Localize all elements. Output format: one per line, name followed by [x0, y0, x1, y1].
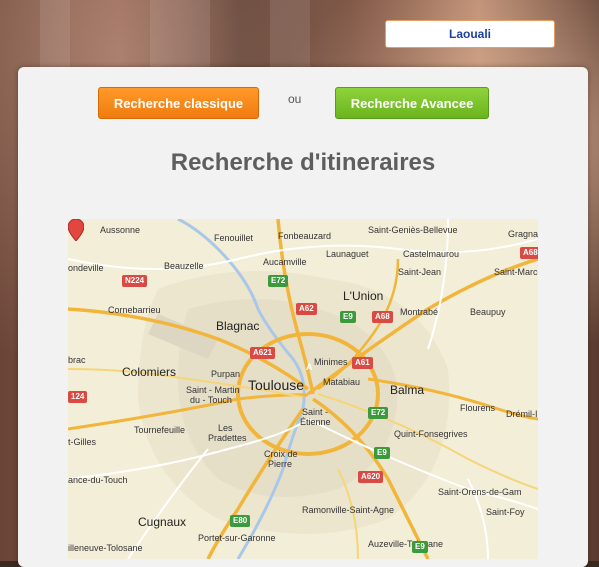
map-place-label: Toulouse — [248, 377, 305, 393]
road-shield: A620 — [358, 471, 384, 483]
map-place-label: Drémil-I — [506, 409, 538, 419]
map-place-label: Saint-Marcel — [494, 267, 538, 277]
map-place-label: Flourens — [460, 403, 496, 413]
map-place-label: Launaguet — [326, 249, 369, 259]
map-place-label: Pradettes — [208, 433, 247, 443]
map-place-label: du - Touch — [190, 395, 232, 405]
road-shield: E9 — [412, 541, 428, 553]
map-place-label: brac — [68, 355, 86, 365]
map-place-label: Saint-Jean — [398, 267, 442, 277]
map-place-label: Balma — [390, 383, 425, 397]
map-place-label: Quint-Fonsegrives — [394, 429, 468, 439]
road-shield: E80 — [230, 515, 251, 527]
map-place-label: Croix de — [264, 449, 298, 459]
map-place-label: Cornebarrieu — [108, 305, 161, 315]
background-stripe — [40, 0, 70, 70]
or-separator: ou — [288, 92, 302, 106]
map-place-label: Blagnac — [216, 319, 260, 333]
background-stripe — [150, 0, 210, 70]
map-place-label: Fenouillet — [214, 233, 254, 243]
road-shield: E9 — [374, 447, 390, 459]
background-stripe — [270, 0, 310, 70]
road-shield: A61 — [352, 357, 373, 369]
map-place-label: Tournefeuille — [134, 425, 186, 435]
map-place-label: Portet-sur-Garonne — [198, 533, 276, 543]
map-place-label: Étienne — [300, 417, 331, 427]
map-place-label: Beauzelle — [164, 261, 204, 271]
road-shield: N224 — [122, 275, 148, 287]
map-place-label: Saint - — [302, 407, 329, 417]
map-place-label: t-Gilles — [68, 437, 97, 447]
map-place-label: Fonbeauzard — [278, 231, 332, 241]
map-place-label: L'Union — [343, 289, 384, 303]
road-shield: A68 — [372, 311, 393, 323]
map-place-label: Auzeville-Tolosane — [368, 539, 444, 549]
map-place-label: Beaupuy — [470, 307, 506, 317]
map-place-label: Saint - Martin — [186, 385, 240, 395]
map-place-label: Montrabé — [400, 307, 439, 317]
marker-letter: A — [306, 362, 313, 372]
page-title: Recherche d'itineraires — [170, 149, 436, 176]
road-shield: E72 — [368, 407, 389, 419]
map-place-label: Pierre — [268, 459, 293, 469]
route-map[interactable]: Aussonne Fenouillet Fonbeauzard Saint-Ge… — [68, 219, 538, 559]
location-marker-icon[interactable] — [68, 219, 84, 241]
map-place-label: Aussonne — [100, 225, 141, 235]
map-place-label: illeneuve-Tolosane — [68, 543, 143, 553]
map-place-label: Gragnague — [508, 229, 538, 239]
map-place-label: Saint-Geniès-Bellevue — [368, 225, 458, 235]
road-shield: A68 — [520, 247, 538, 259]
map-place-label: Minimes — [314, 357, 348, 367]
map-place-label: ance-du-Touch — [68, 475, 128, 485]
road-shield: A621 — [250, 347, 276, 359]
map-place-label: Cugnaux — [138, 515, 187, 529]
map-place-label: Les — [218, 423, 233, 433]
map-place-label: Purpan — [211, 369, 241, 379]
map-place-label: Saint-Orens-de-Gam — [438, 487, 522, 497]
map-place-label: Ramonville-Saint-Agne — [302, 505, 395, 515]
map-place-label: Saint-Foy — [486, 507, 525, 517]
main-panel: Recherche classique ou Recherche Avancee… — [18, 67, 588, 567]
classic-search-button[interactable]: Recherche classique — [98, 87, 259, 119]
map-place-label: Castelmaurou — [403, 249, 460, 259]
map-place-label: Colomiers — [122, 365, 177, 379]
map-place-label: ondeville — [68, 263, 104, 273]
advanced-search-button[interactable]: Recherche Avancee — [335, 87, 489, 119]
map-place-label: Aucamville — [263, 257, 307, 267]
road-shield: A62 — [296, 303, 317, 315]
user-account-button[interactable]: Laouali — [385, 20, 555, 48]
road-shield: E72 — [268, 275, 289, 287]
road-shield: 124 — [68, 391, 88, 403]
map-place-label: Matabiau — [323, 377, 361, 387]
road-shield: E9 — [340, 311, 356, 323]
